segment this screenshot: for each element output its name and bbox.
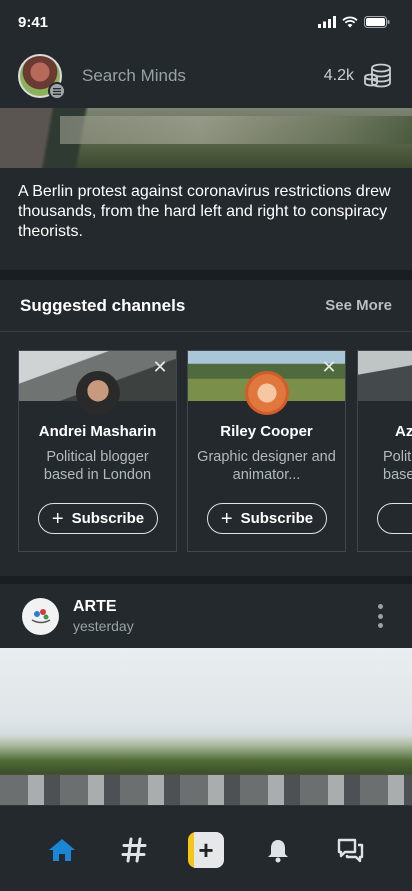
token-count: 4.2k (323, 67, 354, 84)
status-time: 9:41 (18, 13, 49, 31)
tokens-icon[interactable] (364, 63, 392, 89)
channel-description: Political blogger based in London (43, 449, 152, 483)
tab-notifications[interactable] (260, 832, 296, 868)
plus-icon: + (51, 507, 64, 530)
home-icon (49, 839, 75, 861)
bell-icon (268, 840, 288, 863)
bottom-tab-bar: + (0, 805, 412, 891)
plus-icon: + (220, 507, 233, 530)
channel-description: Graphic designer and animator... (197, 449, 336, 483)
post-meta: ARTE yesterday (73, 598, 370, 634)
subscribe-button[interactable]: + Subscribe (38, 503, 158, 534)
section-divider (0, 270, 412, 280)
suggested-channels-title: Suggested channels (20, 295, 186, 315)
tab-discovery[interactable] (116, 832, 152, 868)
subscribe-button[interactable]: + Subscribe (207, 503, 327, 534)
wifi-icon (342, 16, 358, 28)
channel-description: Polit base (383, 449, 412, 483)
subscribe-button[interactable]: + (377, 503, 412, 534)
close-icon[interactable]: ✕ (152, 358, 168, 376)
battery-icon (364, 16, 390, 28)
channel-avatar[interactable] (75, 371, 120, 415)
post-author-avatar[interactable] (22, 597, 59, 635)
subscribe-label: Subscribe (71, 510, 145, 527)
hashtag-icon (121, 837, 147, 863)
post-header: ARTE yesterday (0, 584, 412, 648)
post-timestamp: yesterday (73, 618, 134, 634)
channel-card[interactable]: Az Polit base + (357, 350, 412, 552)
channel-banner (358, 351, 412, 401)
featured-post-caption[interactable]: A Berlin protest against coronavirus res… (0, 168, 412, 270)
see-more-link[interactable]: See More (325, 297, 392, 314)
top-bar: Search Minds 4.2k (0, 44, 412, 108)
status-bar: 9:41 (0, 0, 412, 44)
arte-logo-icon (31, 609, 50, 624)
status-icons (318, 16, 390, 28)
post-image[interactable] (0, 648, 412, 805)
channel-avatar[interactable] (244, 371, 289, 415)
subscribe-label: Subscribe (240, 510, 314, 527)
tab-home[interactable] (44, 832, 80, 868)
tab-chat[interactable] (332, 832, 368, 868)
search-input[interactable]: Search Minds (82, 66, 324, 86)
channel-name[interactable]: Riley Cooper (188, 423, 345, 440)
channel-name[interactable]: Az (358, 423, 412, 440)
channel-cards: ✕ Andrei Masharin Political blogger base… (18, 350, 412, 552)
more-options-icon[interactable] (370, 604, 390, 628)
post-author-name[interactable]: ARTE (73, 598, 370, 616)
section-divider (0, 576, 412, 584)
channel-card[interactable]: ✕ Riley Cooper Graphic designer and anim… (187, 350, 346, 552)
tab-compose[interactable]: + (188, 832, 224, 868)
suggested-channels-section: Suggested channels See More ✕ Andrei Mas… (0, 280, 412, 576)
channel-name[interactable]: Andrei Masharin (19, 423, 176, 440)
signal-icon (318, 16, 336, 28)
suggested-channels-header: Suggested channels See More (0, 280, 412, 332)
menu-badge-icon (48, 82, 66, 100)
channel-card[interactable]: ✕ Andrei Masharin Political blogger base… (18, 350, 177, 552)
close-icon[interactable]: ✕ (321, 358, 337, 376)
user-avatar-button[interactable] (18, 54, 66, 100)
featured-post-image[interactable] (0, 108, 412, 168)
compose-icon: + (188, 832, 224, 868)
chat-icon (337, 838, 364, 863)
